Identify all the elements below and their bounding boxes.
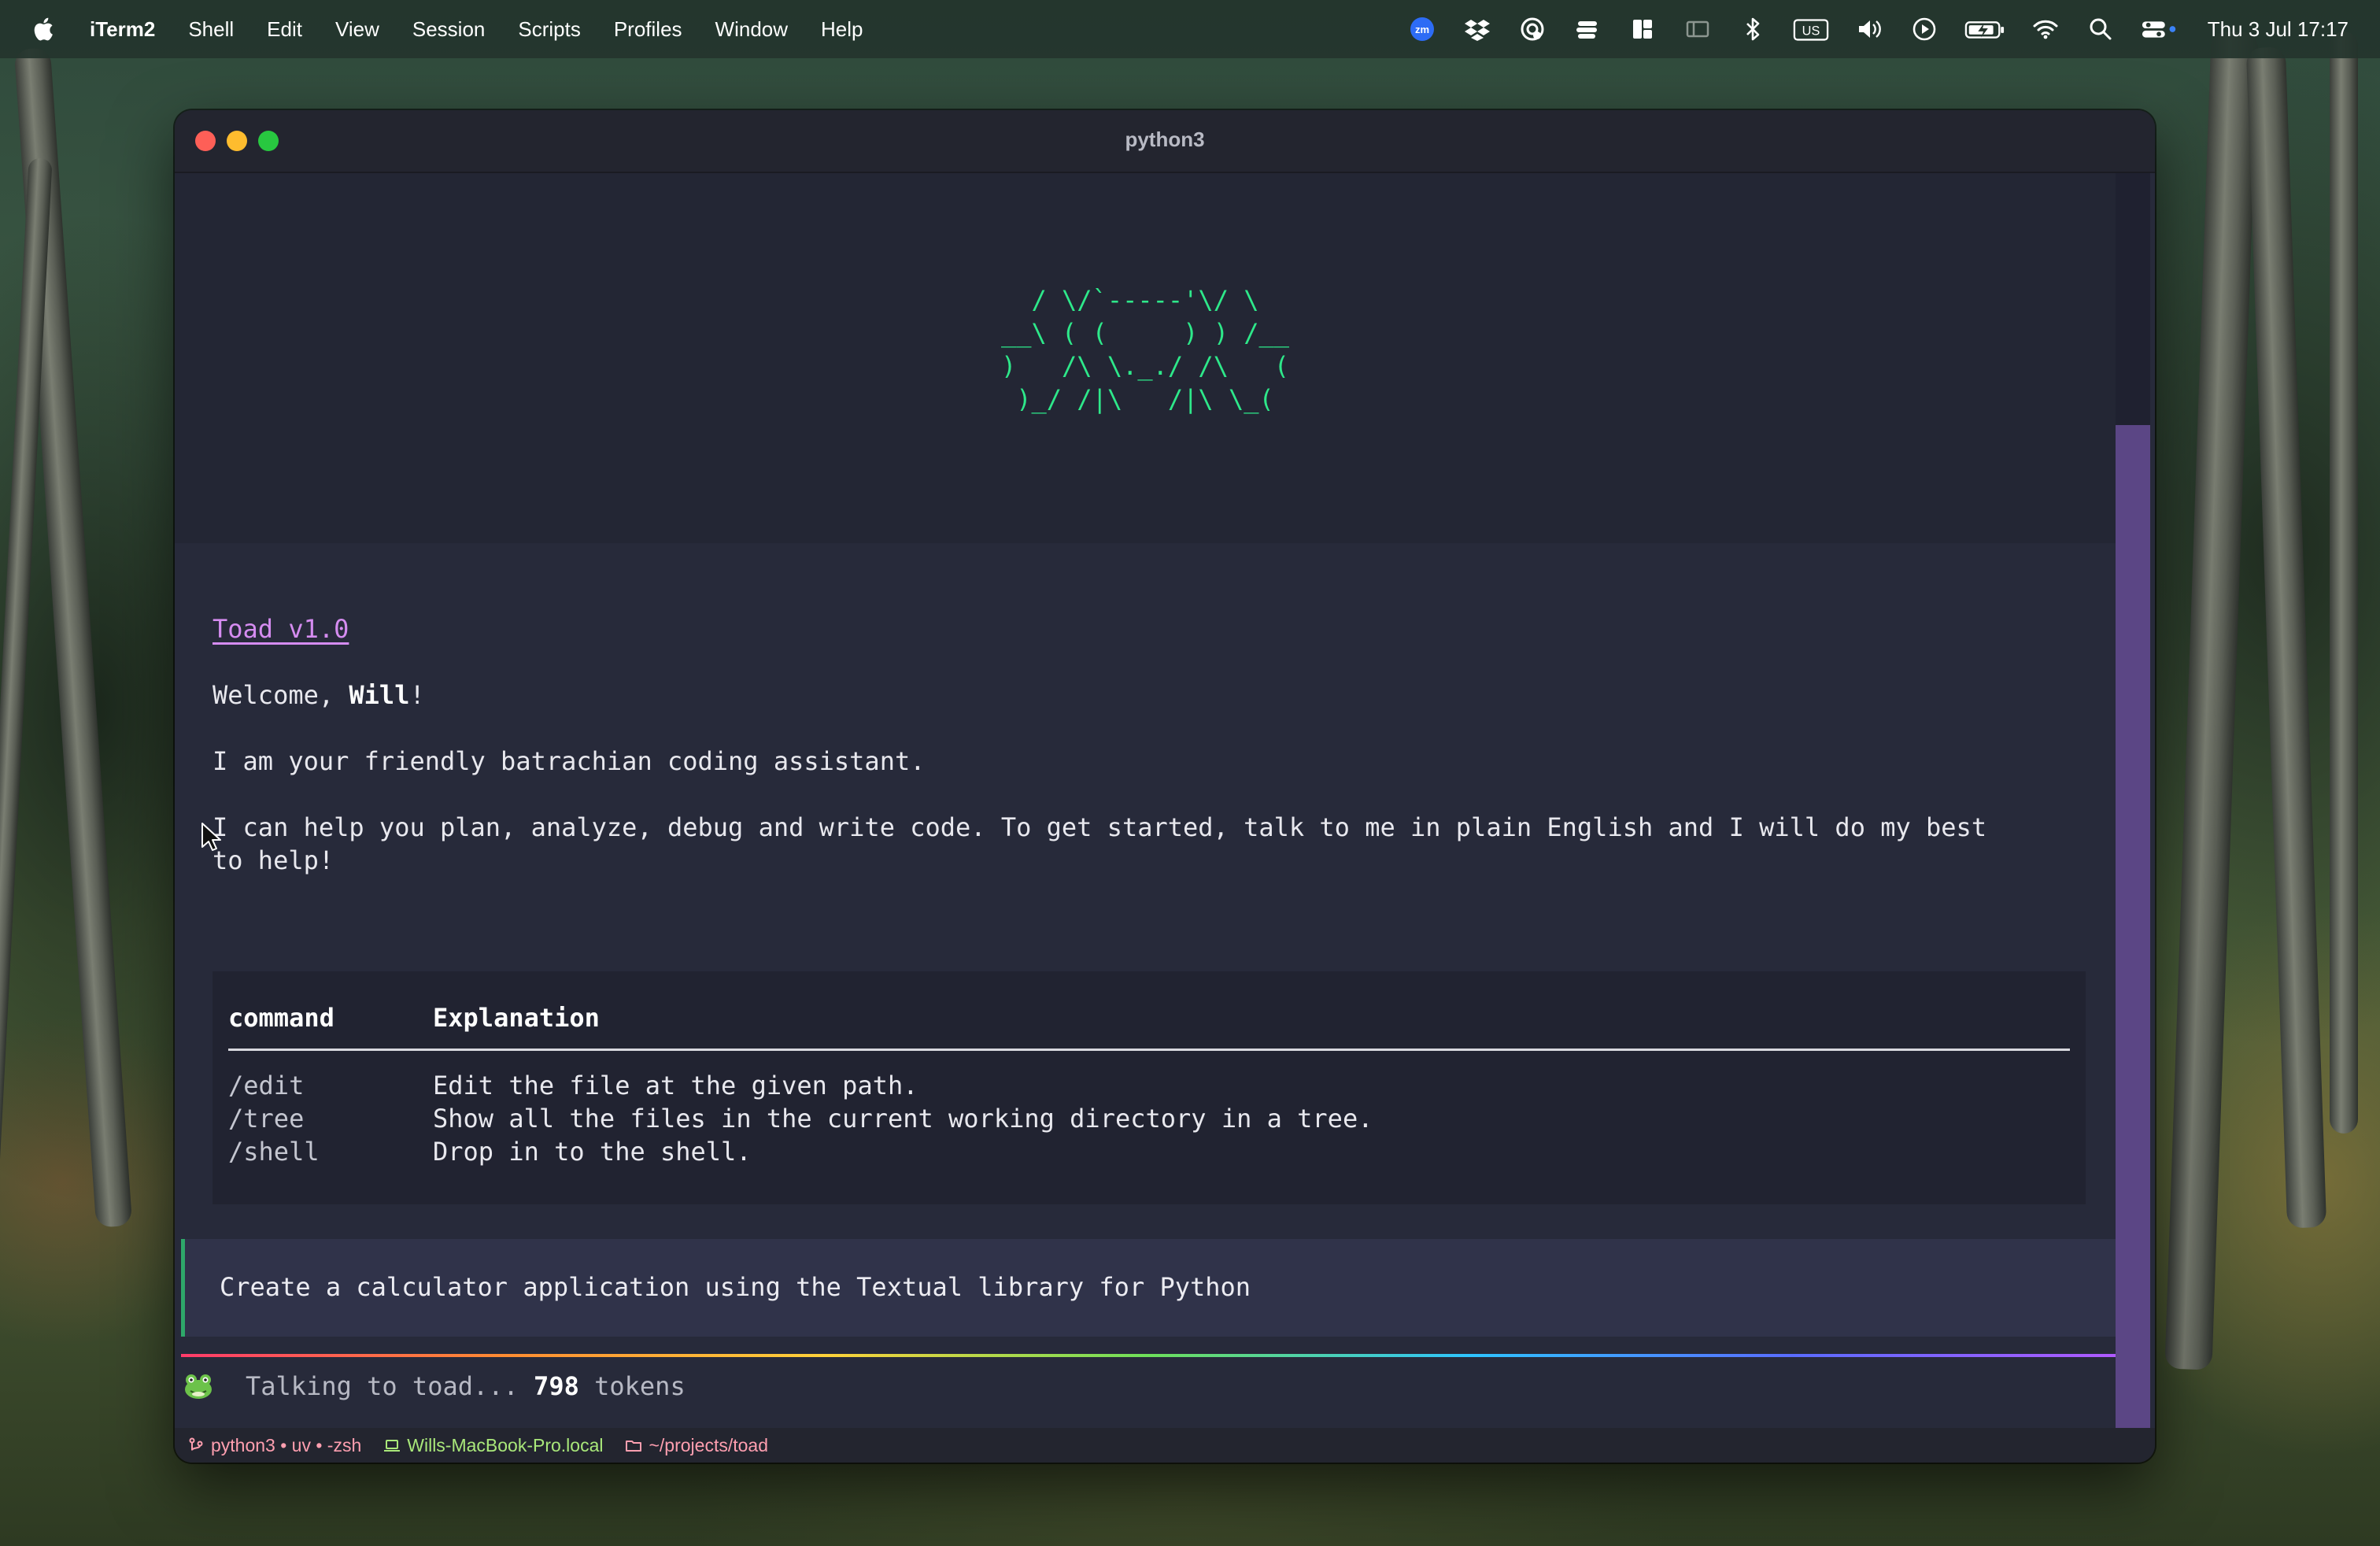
menu-edit[interactable]: Edit: [267, 17, 302, 42]
table-row: /edit Edit the file at the given path.: [228, 1071, 2070, 1104]
menu-shell[interactable]: Shell: [188, 17, 234, 42]
command-name: /shell: [228, 1137, 320, 1167]
background-tree-trunk: [2330, 31, 2358, 1134]
terminal-area[interactable]: / \/`-----'\/ \ __\ ( ( ) ) /__) /\ \._./…: [175, 173, 2119, 1463]
command-explanation: Edit the file at the given path.: [433, 1071, 918, 1100]
status-host-label: Wills-MacBook-Pro.local: [407, 1434, 604, 1455]
ascii-line: ) /\ \._./ /\ (: [1000, 351, 1290, 381]
menu-view[interactable]: View: [335, 17, 379, 42]
user-prompt-block: Create a calculator application using th…: [181, 1239, 2119, 1337]
sidebar-icon[interactable]: [1682, 13, 1713, 45]
help-line-1: I can help you plan, analyze, debug and …: [213, 812, 1987, 842]
play-icon[interactable]: [1909, 13, 1940, 45]
dropbox-icon[interactable]: [1462, 13, 1493, 45]
menu-session[interactable]: Session: [412, 17, 486, 42]
laptop-icon: [383, 1437, 401, 1454]
token-count: 798: [534, 1371, 579, 1401]
wifi-icon[interactable]: [2030, 13, 2061, 45]
command-name: /tree: [228, 1104, 305, 1134]
status-prefix: Talking to toad...: [246, 1371, 534, 1401]
battery-icon[interactable]: [1964, 13, 2006, 45]
iterm-window: python3 / \/`-----'\/ \ __\ ( ( ) ) /__) …: [175, 110, 2155, 1463]
menu-scripts[interactable]: Scripts: [518, 17, 580, 42]
status-suffix: tokens: [578, 1371, 686, 1401]
input-source-label: US: [1802, 24, 1820, 39]
menu-window[interactable]: Window: [715, 17, 788, 42]
user-prompt-text: Create a calculator application using th…: [220, 1272, 1251, 1302]
branch-icon: [187, 1437, 205, 1454]
menu-bar-clock[interactable]: Thu 3 Jul 17:17: [2208, 17, 2349, 42]
welcome-prefix: Welcome,: [213, 680, 349, 710]
menu-app-name[interactable]: iTerm2: [90, 17, 155, 42]
background-tree-trunk: [2245, 46, 2327, 1229]
table-row: /shell Drop in to the shell.: [228, 1137, 2070, 1170]
toad-version-link[interactable]: Toad v1.0: [213, 612, 349, 645]
volume-icon[interactable]: [1853, 13, 1885, 45]
command-explanation: Drop in to the shell.: [433, 1137, 752, 1167]
welcome-suffix: !: [409, 680, 425, 710]
frog-icon: [183, 1372, 214, 1400]
toad-banner: / \/`-----'\/ \ __\ ( ( ) ) /__) /\ \._./…: [175, 173, 2116, 543]
progress-rainbow-bar: [181, 1354, 2116, 1357]
thinking-status: Talking to toad... 798 tokens: [183, 1367, 686, 1406]
status-job[interactable]: python3 • uv • -zsh: [187, 1435, 361, 1456]
folder-icon: [625, 1437, 642, 1454]
input-source-icon[interactable]: US: [1792, 13, 1830, 45]
status-directory[interactable]: ~/projects/toad: [625, 1435, 768, 1456]
commands-table: command Explanation /edit Edit the file …: [213, 971, 2086, 1204]
command-name: /edit: [228, 1071, 305, 1100]
command-explanation: Show all the files in the current workin…: [433, 1104, 1373, 1134]
table-row: /tree Show all the files in the current …: [228, 1104, 2070, 1137]
bluetooth-icon[interactable]: [1737, 13, 1768, 45]
window-titlebar[interactable]: python3: [175, 110, 2155, 173]
macos-menu-bar: iTerm2 Shell Edit View Session Scripts P…: [0, 0, 2380, 58]
help-line-2: to help!: [213, 845, 334, 875]
header-explanation: Explanation: [433, 1003, 600, 1033]
menu-help[interactable]: Help: [821, 17, 863, 42]
scrollbar-thumb[interactable]: [2116, 425, 2150, 1428]
scrollbar-track[interactable]: [2116, 173, 2150, 1428]
ascii-line: )_/ /|\ /|\ \_(: [1000, 384, 1290, 414]
control-center-icon[interactable]: [2140, 13, 2181, 45]
status-host[interactable]: Wills-MacBook-Pro.local: [383, 1435, 603, 1456]
toad-ascii-art: / \/`-----'\/ \ __\ ( ( ) ) /__) /\ \._./…: [175, 283, 2116, 416]
zoom-icon[interactable]: zm: [1406, 13, 1438, 45]
ascii-line: / \/`-----'\/ \: [1031, 285, 1259, 315]
mouse-pointer-icon: [200, 822, 224, 853]
welcome-name: Will: [349, 680, 410, 710]
intro-line: I am your friendly batrachian coding ass…: [213, 746, 926, 776]
window-title: python3: [1125, 128, 1205, 151]
iterm-status-bar: python3 • uv • -zsh Wills-MacBook-Pro.lo…: [175, 1428, 2155, 1463]
header-command: command: [228, 1003, 334, 1033]
status-job-label: python3 • uv • -zsh: [211, 1434, 362, 1455]
ascii-line: __\ ( ( ) ) /__: [1000, 318, 1290, 348]
search-icon[interactable]: [2085, 13, 2116, 45]
status-directory-label: ~/projects/toad: [649, 1434, 768, 1455]
airdrop-icon[interactable]: [1517, 13, 1548, 45]
split-view-icon[interactable]: [1627, 13, 1658, 45]
welcome-line: Welcome, Will!: [213, 679, 425, 712]
background-tree-trunk: [2164, 31, 2259, 1370]
commands-table-header: command Explanation: [228, 1003, 2070, 1051]
menu-profiles[interactable]: Profiles: [614, 17, 682, 42]
stack-icon[interactable]: [1572, 13, 1603, 45]
apple-logo-icon[interactable]: [30, 15, 55, 43]
zoom-label: zm: [1415, 24, 1429, 35]
